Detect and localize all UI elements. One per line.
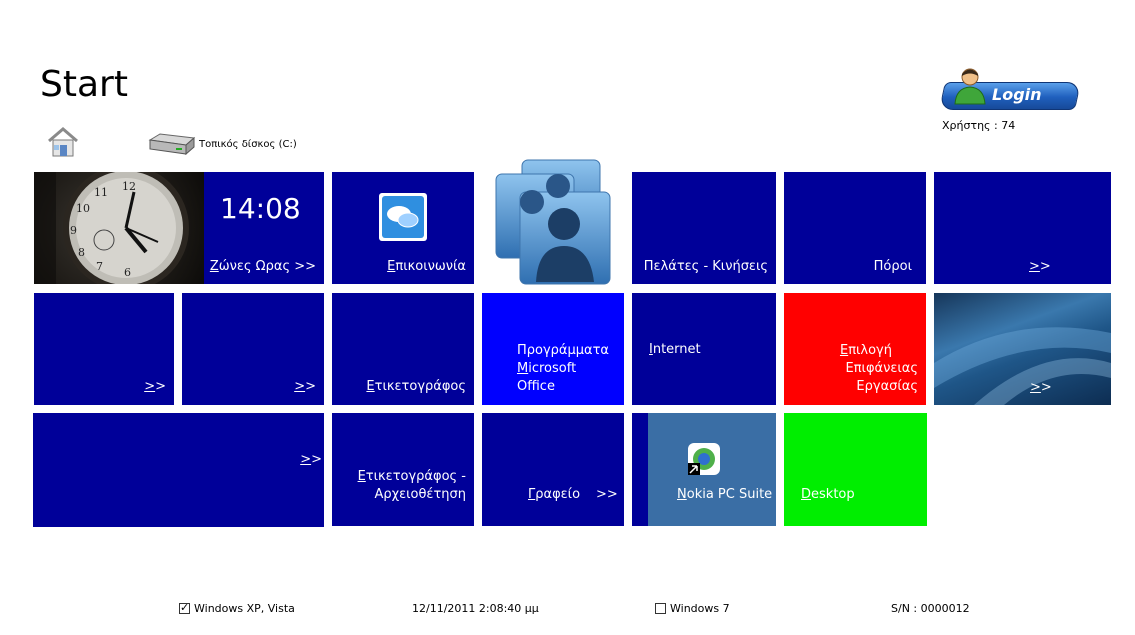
desktop-label: Desktop [801, 487, 855, 502]
hard-disk-icon[interactable] [146, 132, 196, 158]
more-tile-4[interactable]: >> [33, 413, 324, 527]
os-7-option[interactable]: Windows 7 [655, 602, 730, 615]
os-xp-checkbox[interactable] [179, 601, 190, 614]
desk-label: Γραφείο [528, 487, 581, 502]
svg-text:12: 12 [122, 180, 136, 193]
internet-label: Internet [649, 342, 701, 357]
login-button[interactable]: Login [938, 66, 1081, 112]
more-link-4[interactable]: >> [300, 452, 322, 467]
desk-tile[interactable]: Γραφείο >> [482, 413, 624, 526]
wallpaper-tile[interactable]: >> [934, 293, 1111, 405]
desktop-choice-line3: Εργασίας [856, 379, 918, 394]
labeler-archive-line2: Αρχειοθέτηση [374, 487, 466, 502]
serial-number: S/N : 0000012 [891, 602, 970, 615]
desktop-tile[interactable]: Desktop [784, 413, 927, 526]
communication-label: Επικοινωνία [387, 259, 466, 274]
contacts-icon [495, 159, 611, 285]
more-link-1[interactable]: >> [1029, 259, 1051, 274]
office-tile[interactable]: Προγράμματα Microsoft Office [482, 293, 624, 405]
os-xp-label: Windows XP, Vista [194, 602, 295, 615]
clock-icon: 12 11 10 987 6 [34, 172, 189, 284]
labeler-label: Ετικετογράφος [366, 379, 466, 394]
contacts-tile[interactable] [482, 158, 624, 286]
disk-label[interactable]: Τοπικός δίσκος (C:) [199, 139, 297, 150]
customers-tile[interactable]: Πελάτες - Κινήσεις [632, 172, 776, 284]
page-title: Start [40, 64, 128, 105]
clock-image: 12 11 10 987 6 [34, 172, 204, 284]
nokia-label: Nokia PC Suite [677, 487, 773, 502]
office-line3: Office [517, 379, 555, 394]
nokia-tile[interactable]: Nokia PC Suite [632, 413, 776, 526]
labeler-tile[interactable]: Ετικετογράφος [332, 293, 474, 405]
office-line1: Προγράμματα [517, 343, 610, 358]
clock-tile[interactable]: 12 11 10 987 6 14:08 Ζώνες Ωρας >> [34, 172, 324, 284]
svg-text:8: 8 [78, 246, 85, 259]
office-line2: Microsoft [517, 361, 577, 376]
labeler-archive-line1: Ετικετογράφος - [357, 469, 466, 484]
communication-tile[interactable]: Επικοινωνία [332, 172, 474, 284]
footer-datetime: 12/11/2011 2:08:40 μμ [412, 602, 539, 615]
wallpaper-image [934, 327, 1111, 405]
nokia-icon [688, 443, 720, 475]
svg-text:11: 11 [94, 186, 108, 199]
svg-text:10: 10 [76, 202, 90, 215]
more-tile-3[interactable]: >> [182, 293, 324, 405]
desktop-choice-tile[interactable]: Επιλογή Επιφάνειας Εργασίας [784, 293, 926, 405]
user-count: Χρήστης : 74 [942, 119, 1016, 132]
svg-text:7: 7 [96, 260, 103, 273]
desk-arrow[interactable]: >> [596, 487, 618, 502]
wallpaper-link[interactable]: >> [1030, 380, 1052, 395]
home-icon[interactable] [46, 126, 80, 158]
os-7-checkbox[interactable] [655, 603, 666, 614]
os-7-label: Windows 7 [670, 602, 730, 615]
user-icon [954, 68, 986, 105]
time-zones-link[interactable]: Ζώνες Ωρας >> [210, 259, 316, 274]
chat-icon [379, 193, 427, 241]
login-label: Login [992, 85, 1042, 104]
customers-label: Πελάτες - Κινήσεις [643, 259, 768, 274]
os-xp-option[interactable]: Windows XP, Vista [179, 601, 295, 615]
desktop-choice-line2: Επιφάνειας [845, 361, 918, 376]
svg-text:6: 6 [124, 266, 131, 279]
resources-tile[interactable]: Πόροι [784, 172, 926, 284]
clock-time: 14:08 [220, 192, 301, 225]
more-link-2[interactable]: >> [144, 379, 166, 394]
resources-label: Πόροι [873, 259, 912, 274]
desktop-choice-line1: Επιλογή [839, 343, 892, 358]
internet-tile[interactable]: Internet [632, 293, 776, 405]
more-link-3[interactable]: >> [294, 379, 316, 394]
more-tile-2[interactable]: >> [34, 293, 174, 405]
labeler-archive-tile[interactable]: Ετικετογράφος - Αρχειοθέτηση [332, 413, 474, 526]
more-tile-1[interactable]: >> [934, 172, 1111, 284]
svg-text:9: 9 [70, 224, 77, 237]
